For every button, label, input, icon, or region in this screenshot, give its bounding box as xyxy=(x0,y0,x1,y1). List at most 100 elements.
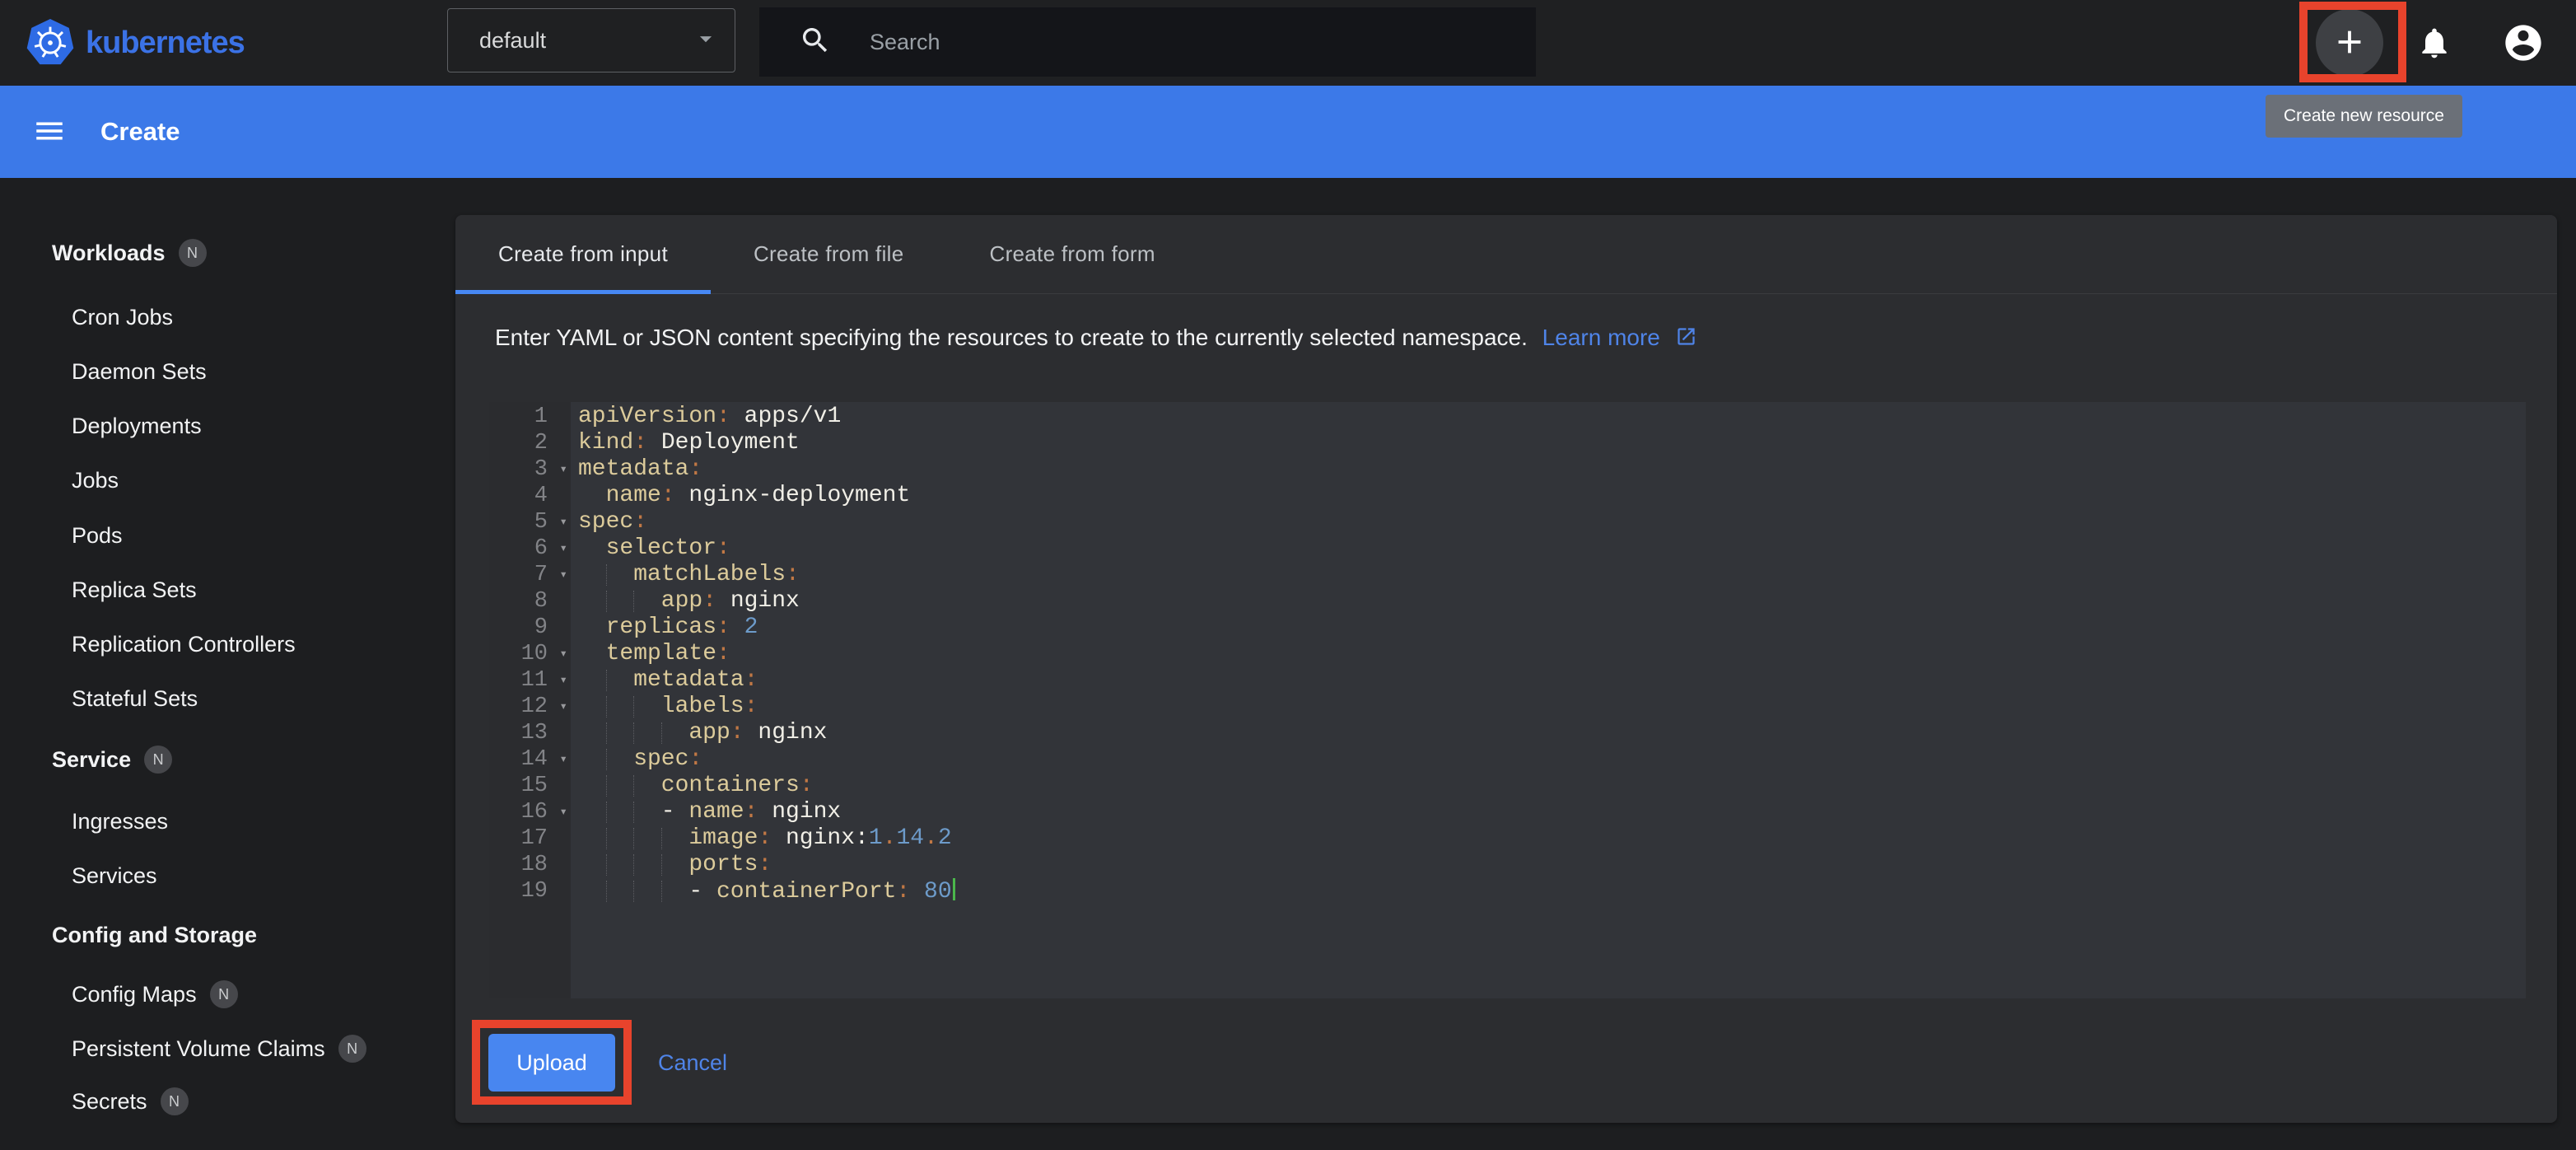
code-line-9[interactable]: replicas: 2 xyxy=(578,615,2526,641)
editor-description: Enter YAML or JSON content specifying th… xyxy=(495,325,1697,353)
sidebar-section-workloads[interactable]: Workloads N xyxy=(52,236,207,269)
sidebar-section-config-and-storage[interactable]: Config and Storage xyxy=(52,919,257,951)
menu-button[interactable] xyxy=(31,114,68,150)
sidebar-label: Ingresses xyxy=(72,809,168,834)
sidebar-label: Service xyxy=(52,747,131,773)
code-line-5[interactable]: spec: xyxy=(578,509,2526,535)
code-line-4[interactable]: name: nginx-deployment xyxy=(578,483,2526,509)
fold-toggle-icon[interactable]: ▾ xyxy=(559,694,567,720)
code-line-18[interactable]: ports: xyxy=(578,852,2526,878)
sidebar-label: Config and Storage xyxy=(52,923,257,948)
code-line-15[interactable]: containers: xyxy=(578,773,2526,799)
hamburger-icon xyxy=(32,114,67,151)
code-line-8[interactable]: app: nginx xyxy=(578,588,2526,615)
line-number: 3▾ xyxy=(489,456,571,483)
code-line-17[interactable]: image: nginx:1.14.2 xyxy=(578,825,2526,852)
fold-toggle-icon[interactable]: ▾ xyxy=(559,509,567,535)
sidebar-item-secrets[interactable]: Secrets N xyxy=(72,1085,189,1118)
line-number: 18 xyxy=(489,852,571,878)
code-line-11[interactable]: metadata: xyxy=(578,667,2526,694)
code-line-19[interactable]: - containerPort: 80 xyxy=(578,878,2526,905)
new-badge: N xyxy=(179,239,207,267)
line-number: 16▾ xyxy=(489,799,571,825)
sidebar-item-pods[interactable]: Pods xyxy=(72,519,123,552)
code-line-6[interactable]: selector: xyxy=(578,535,2526,562)
sidebar-item-replica-sets[interactable]: Replica Sets xyxy=(72,573,197,606)
active-tab-underline xyxy=(455,290,711,294)
sidebar-item-services[interactable]: Services xyxy=(72,859,157,892)
line-number: 4 xyxy=(489,483,571,509)
sidebar-item-replication-controllers[interactable]: Replication Controllers xyxy=(72,628,296,661)
cancel-button[interactable]: Cancel xyxy=(653,1034,732,1092)
description-text: Enter YAML or JSON content specifying th… xyxy=(495,325,1528,350)
sidebar-label: Cron Jobs xyxy=(72,305,173,330)
code-line-16[interactable]: - name: nginx xyxy=(578,799,2526,825)
tab-bar: Create from input Create from file Create … xyxy=(455,215,2557,294)
tab-create-from-input[interactable]: Create from input xyxy=(455,215,711,293)
search-icon xyxy=(799,24,832,61)
code-line-10[interactable]: template: xyxy=(578,641,2526,667)
sidebar-item-cron-jobs[interactable]: Cron Jobs xyxy=(72,301,173,334)
sidebar-label: Config Maps xyxy=(72,982,197,1007)
sidebar-label: Secrets xyxy=(72,1089,147,1115)
bell-icon xyxy=(2416,25,2452,63)
kubernetes-logo-icon xyxy=(25,17,76,68)
tab-label: Create from form xyxy=(990,241,1155,267)
sidebar-label: Replica Sets xyxy=(72,577,197,603)
sidebar-item-deployments[interactable]: Deployments xyxy=(72,409,202,442)
create-card: Create from input Create from file Create … xyxy=(455,215,2557,1123)
sidebar-label: Daemon Sets xyxy=(72,359,207,385)
tab-label: Create from input xyxy=(498,241,668,267)
sidebar-label: Persistent Volume Claims xyxy=(72,1036,325,1062)
page-title: Create xyxy=(100,117,180,147)
namespace-selector[interactable]: default xyxy=(447,8,735,72)
yaml-editor: 123▾45▾6▾7▾8910▾11▾12▾1314▾1516▾171819 a… xyxy=(489,402,2526,998)
code-line-7[interactable]: matchLabels: xyxy=(578,562,2526,588)
line-number: 1 xyxy=(489,404,571,430)
line-number: 14▾ xyxy=(489,746,571,773)
new-badge: N xyxy=(161,1087,189,1115)
notifications-button[interactable] xyxy=(2415,24,2454,63)
code-line-12[interactable]: labels: xyxy=(578,694,2526,720)
line-number: 15 xyxy=(489,773,571,799)
fold-toggle-icon[interactable]: ▾ xyxy=(559,535,567,562)
annotation-box-upload-button xyxy=(472,1020,632,1105)
account-button[interactable] xyxy=(2502,22,2545,65)
line-number: 2 xyxy=(489,430,571,456)
learn-more-link[interactable]: Learn more xyxy=(1542,325,1660,350)
line-number: 19 xyxy=(489,878,571,905)
fold-toggle-icon[interactable]: ▾ xyxy=(559,746,567,773)
code-line-13[interactable]: app: nginx xyxy=(578,720,2526,746)
sidebar-item-persistent-volume-claims[interactable]: Persistent Volume ClaimsN xyxy=(72,1032,366,1065)
fold-toggle-icon[interactable]: ▾ xyxy=(559,799,567,825)
sidebar-item-ingresses[interactable]: Ingresses xyxy=(72,805,168,838)
namespace-selected-value: default xyxy=(479,28,692,54)
tab-create-from-file[interactable]: Create from file xyxy=(711,215,947,293)
tooltip-create-new-resource: Create new resource xyxy=(2266,95,2462,138)
code-line-3[interactable]: metadata: xyxy=(578,456,2526,483)
fold-toggle-icon[interactable]: ▾ xyxy=(559,562,567,588)
line-number: 13 xyxy=(489,720,571,746)
editor-code-area[interactable]: apiVersion: apps/v1kind: Deploymentmetad… xyxy=(571,402,2526,998)
line-number: 8 xyxy=(489,588,571,615)
sidebar-item-jobs[interactable]: Jobs xyxy=(72,464,119,497)
tab-create-from-form[interactable]: Create from form xyxy=(947,215,1198,293)
code-line-1[interactable]: apiVersion: apps/v1 xyxy=(578,404,2526,430)
sidebar-label: Deployments xyxy=(72,414,202,439)
sidebar-item-stateful-sets[interactable]: Stateful Sets xyxy=(72,682,198,715)
person-circle-icon xyxy=(2502,21,2545,67)
search-input[interactable] xyxy=(868,29,1448,56)
sidebar-item-daemon-sets[interactable]: Daemon Sets xyxy=(72,355,207,388)
fold-toggle-icon[interactable]: ▾ xyxy=(559,641,567,667)
fold-toggle-icon[interactable]: ▾ xyxy=(559,667,567,694)
sidebar-label: Services xyxy=(72,863,157,889)
new-badge: N xyxy=(144,746,172,774)
sidebar-section-service[interactable]: Service N xyxy=(52,743,172,776)
line-number: 12▾ xyxy=(489,694,571,720)
fold-toggle-icon[interactable]: ▾ xyxy=(559,456,567,483)
code-line-14[interactable]: spec: xyxy=(578,746,2526,773)
sidebar-item-config-maps[interactable]: Config MapsN xyxy=(72,978,238,1011)
sidebar-label: Workloads xyxy=(52,241,166,266)
code-line-2[interactable]: kind: Deployment xyxy=(578,430,2526,456)
top-bar: kubernetes default xyxy=(0,0,2576,86)
